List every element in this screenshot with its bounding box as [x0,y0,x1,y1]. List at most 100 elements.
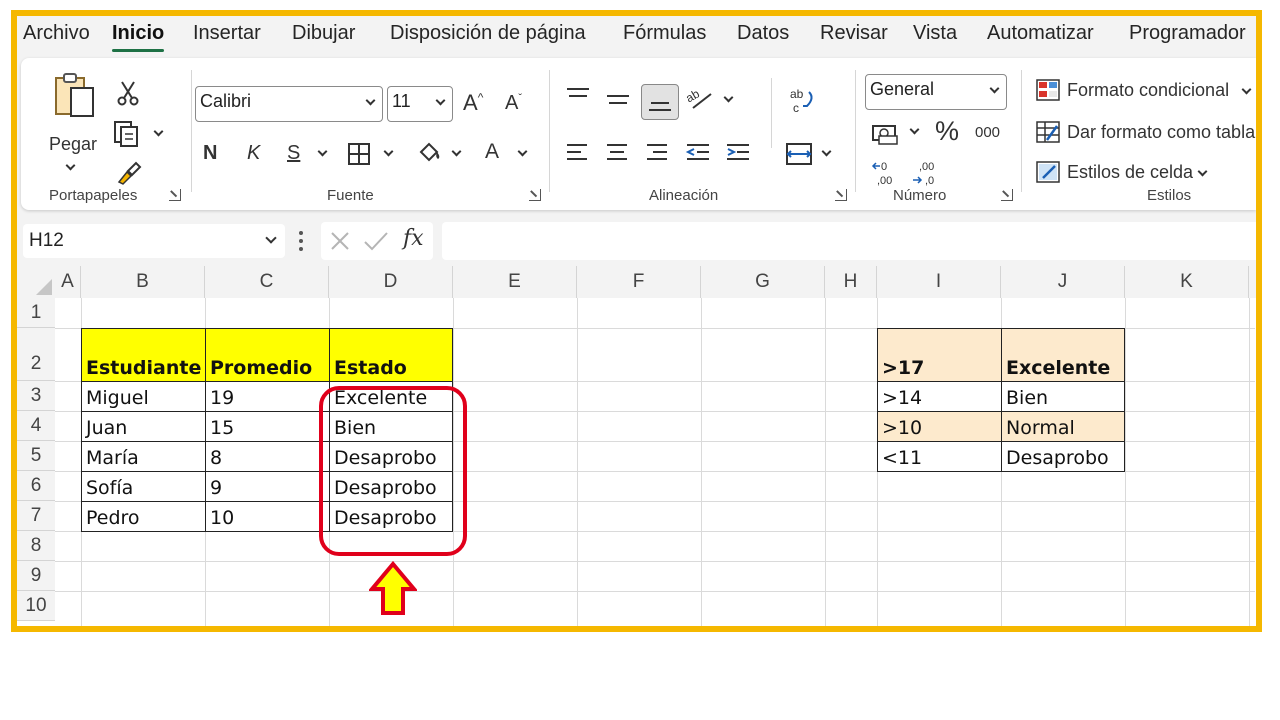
row-header-3[interactable]: 3 [17,381,55,411]
lookup-cell[interactable]: >17 [877,328,1002,382]
tab-formulas[interactable]: Fórmulas [623,22,706,45]
table-cell[interactable]: Sofía [81,471,206,502]
font-color-button[interactable]: A [485,140,499,164]
row-header-6[interactable]: 6 [17,471,55,501]
tab-archivo[interactable]: Archivo [23,22,90,45]
tab-programador[interactable]: Programador [1129,22,1246,45]
chevron-down-icon[interactable] [723,92,734,103]
tab-inicio[interactable]: Inicio [112,22,165,52]
chevron-down-icon[interactable] [153,126,164,137]
select-all-button[interactable] [17,266,55,298]
column-header-g[interactable]: G [701,266,825,298]
row-header-5[interactable]: 5 [17,441,55,471]
table-cell[interactable]: Miguel [81,381,206,412]
dialog-launcher-icon[interactable] [169,189,181,201]
borders-icon[interactable] [347,142,371,166]
chevron-down-icon[interactable] [1241,84,1252,95]
chevron-down-icon[interactable] [383,146,394,157]
orientation-icon[interactable]: ab [685,86,715,112]
thousands-button[interactable]: 000 [975,124,1000,141]
formula-input[interactable] [442,222,1256,260]
column-header-j[interactable]: J [1001,266,1125,298]
name-box[interactable]: H12 [23,224,285,258]
lookup-cell[interactable]: <11 [877,441,1002,472]
cancel-icon[interactable] [329,230,351,252]
cell-styles-icon[interactable] [1035,160,1061,184]
align-top-icon[interactable] [565,86,591,106]
wrap-text-icon[interactable]: ab c [787,86,817,116]
table-cell[interactable]: 15 [205,411,330,442]
tab-vista[interactable]: Vista [913,22,957,45]
tab-datos[interactable]: Datos [737,22,789,45]
font-name-select[interactable]: Calibri [195,86,383,122]
table-cell[interactable]: 19 [205,381,330,412]
align-center-icon[interactable] [605,142,629,164]
lookup-cell[interactable]: Excelente [1001,328,1125,382]
cut-icon[interactable] [117,80,139,106]
conditional-format-button[interactable]: Formato condicional [1067,80,1229,101]
format-as-table-button[interactable]: Dar formato como tabla [1067,122,1255,143]
increase-font-icon[interactable]: A^ [463,90,483,116]
chevron-down-icon[interactable] [65,160,76,171]
format-as-table-icon[interactable] [1035,120,1061,144]
paste-button[interactable] [49,66,105,132]
column-header-b[interactable]: B [81,266,205,298]
tab-insertar[interactable]: Insertar [193,22,261,45]
percent-button[interactable]: % [935,116,959,147]
table-cell[interactable]: 10 [205,501,330,532]
merge-center-icon[interactable] [785,142,813,166]
tab-revisar[interactable]: Revisar [820,22,888,45]
table-header-cell[interactable]: Promedio [205,328,330,382]
font-size-select[interactable]: 11 [387,86,453,122]
chevron-down-icon[interactable] [451,146,462,157]
row-header-9[interactable]: 9 [17,561,55,591]
lookup-cell[interactable]: Desaprobo [1001,441,1125,472]
increase-decimal-icon[interactable]: 0 ,00 [871,158,901,188]
lookup-cell[interactable]: >10 [877,411,1002,442]
column-header-l[interactable] [1249,266,1256,298]
column-header-d[interactable]: D [329,266,453,298]
tab-disposicion[interactable]: Disposición de página [390,22,586,45]
decrease-indent-icon[interactable] [685,142,711,164]
tab-dibujar[interactable]: Dibujar [292,22,355,45]
column-header-k[interactable]: K [1125,266,1249,298]
bold-button[interactable]: N [203,142,217,165]
tab-automatizar[interactable]: Automatizar [987,22,1094,45]
lookup-cell[interactable]: >14 [877,381,1002,412]
decrease-decimal-icon[interactable]: ,00 ,0 [911,158,941,188]
table-cell[interactable]: 8 [205,441,330,472]
table-header-cell[interactable]: Estado [329,328,453,382]
align-bottom-button[interactable] [641,84,679,120]
format-painter-icon[interactable] [115,158,143,186]
table-cell[interactable]: Pedro [81,501,206,532]
column-header-f[interactable]: F [577,266,701,298]
dialog-launcher-icon[interactable] [835,189,847,201]
column-header-a[interactable]: A [55,266,81,298]
align-left-icon[interactable] [565,142,589,164]
table-cell[interactable]: María [81,441,206,472]
cell-styles-button[interactable]: Estilos de celda [1067,162,1193,183]
row-header-8[interactable]: 8 [17,531,55,561]
increase-indent-icon[interactable] [725,142,751,164]
chevron-down-icon[interactable] [1197,166,1208,177]
column-header-h[interactable]: H [825,266,877,298]
conditional-format-icon[interactable] [1035,78,1061,102]
row-header-4[interactable]: 4 [17,411,55,441]
column-header-i[interactable]: I [877,266,1001,298]
dialog-launcher-icon[interactable] [1001,189,1013,201]
underline-button[interactable]: S [287,142,300,165]
decrease-font-icon[interactable]: Aˇ [505,92,522,115]
column-header-e[interactable]: E [453,266,577,298]
table-cell[interactable]: Juan [81,411,206,442]
column-header-c[interactable]: C [205,266,329,298]
copy-icon[interactable] [113,120,141,148]
row-header-10[interactable]: 10 [17,591,55,621]
number-format-select[interactable]: General [865,74,1007,110]
dialog-launcher-icon[interactable] [529,189,541,201]
row-header-2[interactable]: 2 [17,328,55,381]
chevron-down-icon[interactable] [517,146,528,157]
align-right-icon[interactable] [645,142,669,164]
italic-button[interactable]: K [247,142,260,165]
row-header-1[interactable]: 1 [17,298,55,328]
insert-function-button[interactable]: fx [403,226,424,251]
